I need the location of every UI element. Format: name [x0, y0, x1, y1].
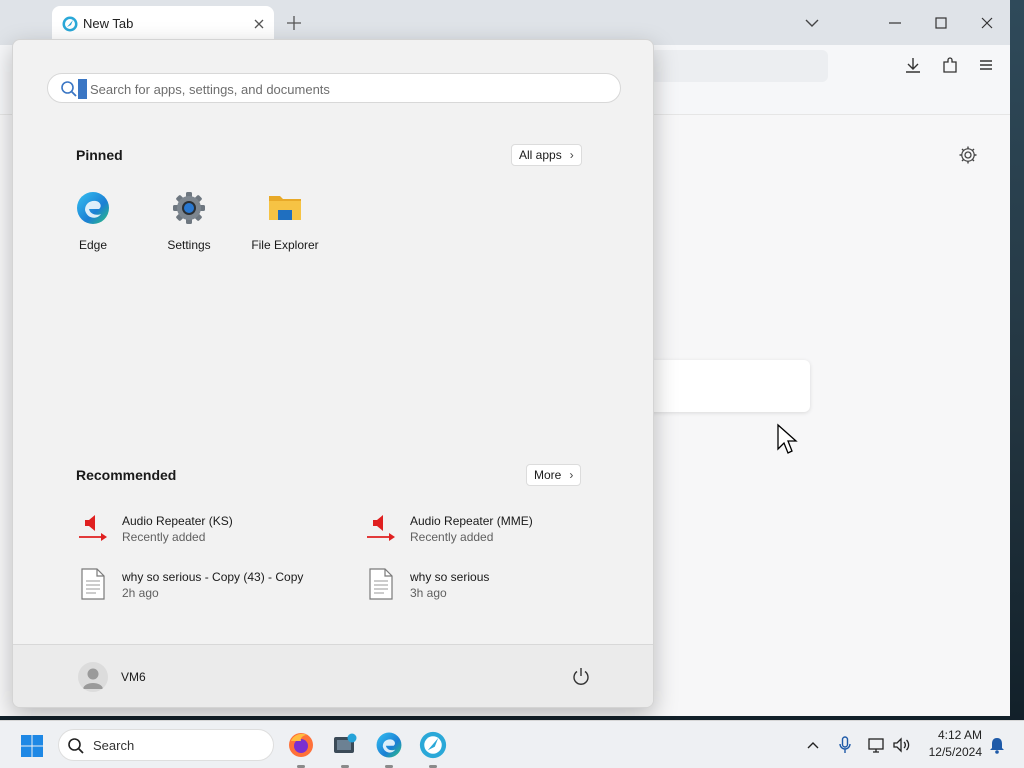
taskbar-app-browser[interactable]: [419, 731, 447, 768]
extensions-icon[interactable]: [939, 54, 961, 76]
audio-repeater-icon: [367, 515, 395, 541]
taskbar-app-firefox[interactable]: [287, 731, 315, 768]
chevron-right-icon: ›: [569, 148, 574, 162]
new-tab-button[interactable]: [284, 13, 304, 33]
all-apps-label: All apps: [519, 148, 562, 162]
edge-icon: [77, 192, 109, 224]
tab-list-button[interactable]: [801, 12, 823, 34]
clock-date[interactable]: 12/5/2024: [922, 745, 982, 759]
recommended-item[interactable]: Audio Repeater (KS) Recently added: [77, 512, 337, 548]
document-icon: [369, 568, 393, 600]
tab-title: New Tab: [83, 16, 134, 31]
recommended-item-name: Audio Repeater (KS): [122, 514, 233, 528]
recommended-item-name: why so serious: [410, 570, 490, 584]
folder-icon: [269, 196, 301, 220]
firefox-icon: [289, 733, 313, 757]
clock-time[interactable]: 4:12 AM: [922, 728, 982, 742]
browser-logo-icon: [419, 731, 447, 759]
user-name[interactable]: VM6: [121, 670, 146, 684]
minimize-button[interactable]: [884, 12, 906, 34]
recommended-item-subtitle: Recently added: [410, 530, 494, 544]
chevron-right-icon: ›: [569, 468, 574, 482]
pinned-app-file-explorer[interactable]: File Explorer: [243, 190, 327, 260]
recommended-item-subtitle: 2h ago: [122, 586, 159, 600]
audio-repeater-icon: [79, 515, 107, 541]
recommended-item[interactable]: why so serious - Copy (43) - Copy 2h ago: [77, 568, 337, 604]
recommended-heading: Recommended: [76, 467, 177, 483]
address-bar[interactable]: [650, 50, 828, 82]
all-apps-button[interactable]: All apps ›: [511, 144, 582, 166]
pinned-app-settings[interactable]: Settings: [147, 190, 231, 260]
maximize-button[interactable]: [930, 12, 952, 34]
notification-bell-icon[interactable]: [987, 735, 1007, 755]
search-icon: [61, 81, 77, 97]
mouse-cursor-icon: [777, 423, 798, 454]
start-search-input[interactable]: [90, 78, 610, 100]
pinned-app-label: Settings: [167, 238, 211, 252]
start-menu: Pinned All apps › Edge: [12, 39, 654, 708]
recommended-item-subtitle: 3h ago: [410, 586, 447, 600]
recommended-item[interactable]: Audio Repeater (MME) Recently added: [365, 512, 625, 548]
recommended-item-name: Audio Repeater (MME): [410, 514, 533, 528]
taskbar-search-box[interactable]: Search: [58, 729, 274, 761]
text-caret: [78, 79, 87, 99]
microphone-icon[interactable]: [835, 735, 855, 755]
power-icon[interactable]: [569, 665, 593, 689]
browser-logo-icon: [62, 16, 78, 32]
menu-icon[interactable]: [975, 54, 997, 76]
taskbar: Search 4:12 AM 12/5/2024: [0, 720, 1024, 768]
windows-start-icon[interactable]: [20, 734, 44, 758]
settings-gear-icon: [173, 192, 205, 224]
more-button[interactable]: More ›: [526, 464, 582, 486]
user-icon: [83, 668, 103, 689]
close-window-button[interactable]: [976, 12, 998, 34]
network-icon[interactable]: [866, 735, 886, 755]
pinned-app-label: File Explorer: [251, 238, 319, 252]
volume-icon[interactable]: [891, 735, 911, 755]
pinned-app-label: Edge: [78, 238, 108, 252]
recommended-item-subtitle: Recently added: [122, 530, 206, 544]
recommended-item[interactable]: why so serious 3h ago: [365, 568, 625, 604]
gear-icon[interactable]: [957, 144, 979, 166]
pinned-app-edge[interactable]: Edge: [51, 190, 135, 260]
more-label: More: [534, 468, 562, 482]
taskbar-app[interactable]: [331, 731, 359, 768]
start-menu-footer: VM6: [13, 644, 653, 707]
taskbar-app-edge[interactable]: [375, 731, 403, 768]
document-icon: [81, 568, 105, 600]
pinned-heading: Pinned: [76, 147, 123, 163]
recommended-item-name: why so serious - Copy (43) - Copy: [122, 570, 304, 584]
close-tab-icon[interactable]: [249, 14, 269, 34]
chevron-up-icon[interactable]: [803, 735, 823, 755]
taskbar-search-label: Search: [93, 738, 135, 753]
start-search-box[interactable]: [47, 73, 621, 103]
search-icon: [68, 738, 84, 754]
app-icon: [334, 733, 357, 753]
edge-icon: [376, 732, 402, 758]
avatar[interactable]: [78, 662, 108, 692]
download-icon[interactable]: [902, 54, 924, 76]
